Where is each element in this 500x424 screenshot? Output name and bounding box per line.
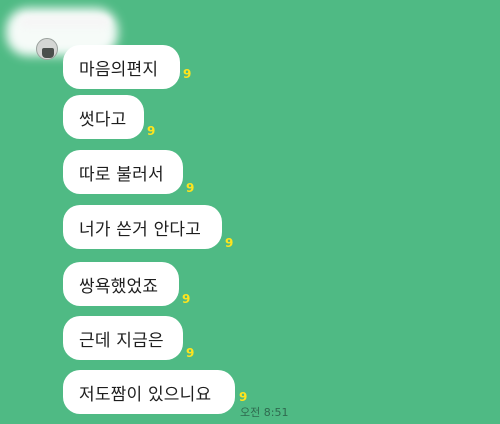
message-bubble[interactable]: 썻다고	[63, 95, 144, 139]
message-text: 근데 지금은	[79, 330, 164, 351]
unread-count: 9	[225, 236, 234, 250]
unread-count: 9	[147, 124, 156, 138]
message-timestamp: 오전 8:51	[240, 406, 289, 419]
unread-count: 9	[186, 346, 195, 360]
message-text: 따로 불러서	[79, 164, 164, 185]
unread-count: 9	[186, 181, 195, 195]
message-text: 저도짬이 있으니요	[79, 384, 212, 405]
unread-count: 9	[239, 390, 248, 404]
message-bubble[interactable]: 쌍욕했었죠	[63, 262, 179, 306]
message-text: 마음의편지	[79, 59, 159, 80]
sender-avatar[interactable]	[36, 38, 58, 60]
message-bubble[interactable]: 마음의편지	[63, 45, 180, 89]
message-bubble[interactable]: 너가 쓴거 안다고	[63, 205, 222, 249]
chat-screen: 마음의편지 9 썻다고 9 따로 불러서 9 너가 쓴거 안다고 9 쌍욕했었죠…	[0, 0, 500, 424]
unread-count: 9	[182, 292, 191, 306]
message-bubble[interactable]: 근데 지금은	[63, 316, 183, 360]
message-text: 썻다고	[79, 109, 127, 130]
message-text: 쌍욕했었죠	[79, 276, 159, 297]
message-text: 너가 쓴거 안다고	[79, 219, 202, 240]
message-bubble[interactable]: 따로 불러서	[63, 150, 183, 194]
unread-count: 9	[183, 67, 192, 81]
message-bubble[interactable]: 저도짬이 있으니요	[63, 370, 235, 414]
